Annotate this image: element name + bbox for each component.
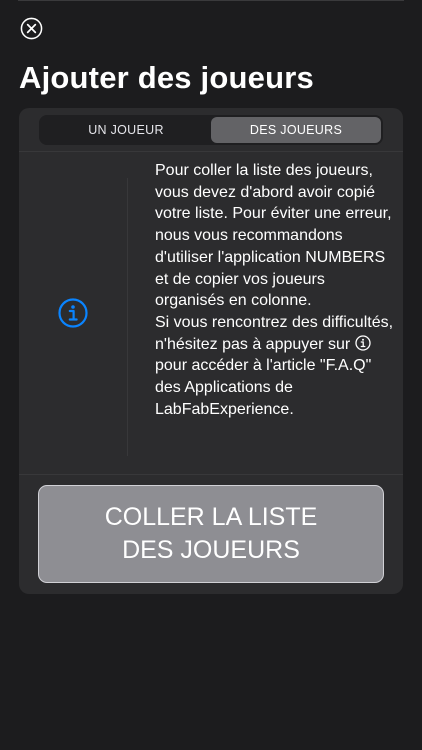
instructions-paragraph-1: Pour coller la liste des joueurs, vous d… [155,162,392,310]
paste-instructions: Pour coller la liste des joueurs, vous d… [155,160,395,420]
vertical-divider [127,178,128,456]
inline-info-icon [354,334,371,351]
paste-players-list-button[interactable]: COLLER LA LISTE DES JOUEURS [38,485,384,583]
instructions-paragraph-2: Si vous rencontrez des difficultés, n'hé… [155,312,395,421]
info-icon[interactable] [58,298,88,328]
close-icon[interactable] [20,17,43,40]
top-separator [18,0,404,1]
instructions-text-after-icon: pour accéder à l'article "F.A.Q" des App… [155,357,372,418]
divider [19,474,403,475]
add-players-card: UN JOUEUR DES JOUEURS Pour coller la lis… [19,108,403,594]
player-mode-segmented-control: UN JOUEUR DES JOUEURS [39,115,383,145]
page-title: Ajouter des joueurs [19,60,314,95]
tab-multiple-players[interactable]: DES JOUEURS [211,117,381,143]
paste-button-label: COLLER LA LISTE DES JOUEURS [104,503,318,564]
info-icon-column [19,152,127,474]
tab-single-player[interactable]: UN JOUEUR [41,117,211,143]
